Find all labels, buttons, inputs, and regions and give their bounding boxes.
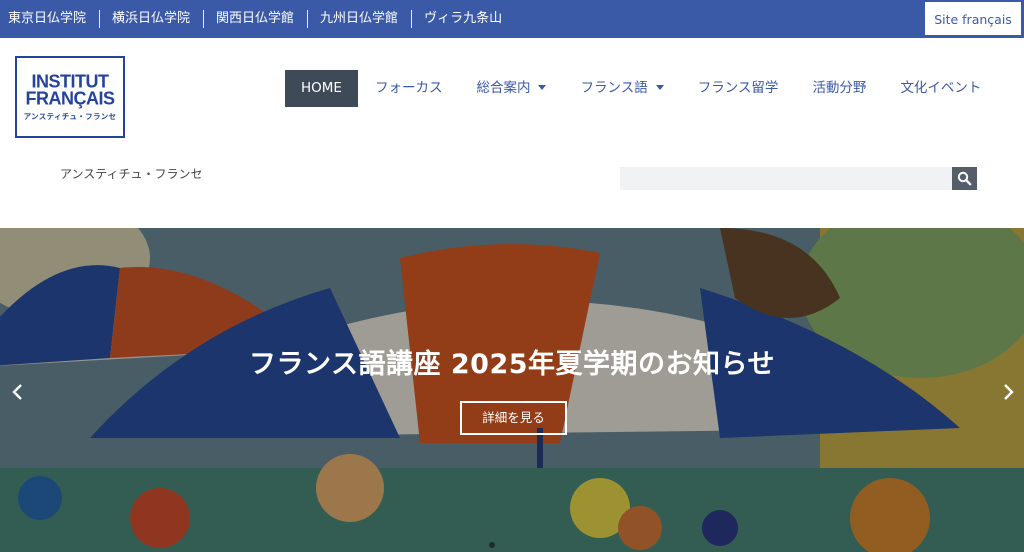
nav-home[interactable]: HOME xyxy=(285,70,358,107)
details-button[interactable]: 詳細を見る xyxy=(460,401,567,435)
main-nav: HOME フォーカス 総合案内 フランス語 フランス留学 活動分野 文化イベント xyxy=(285,70,981,107)
caret-down-icon xyxy=(538,84,547,90)
nav-activities[interactable]: 活動分野 xyxy=(812,70,866,107)
chevron-right-icon xyxy=(1004,384,1014,400)
link-kyushu[interactable]: 九州日仏学館 xyxy=(312,10,413,28)
search-button[interactable] xyxy=(952,167,977,190)
nav-focus[interactable]: フォーカス xyxy=(375,70,443,107)
search-input[interactable] xyxy=(620,167,954,190)
search-icon xyxy=(957,171,972,186)
institute-links: 東京日仏学院 横浜日仏学院 関西日仏学館 九州日仏学館 ヴィラ九条山 xyxy=(0,0,519,38)
link-kansai[interactable]: 関西日仏学館 xyxy=(208,10,309,28)
nav-french[interactable]: フランス語 xyxy=(580,70,664,107)
logo-line-2: FRANÇAIS xyxy=(25,87,116,109)
site-tagline: アンスティチュ・フランセ xyxy=(60,167,203,181)
nav-guide-label: 総合案内 xyxy=(476,80,531,96)
hero-title: フランス語講座 2025年夏学期のお知らせ xyxy=(249,349,775,380)
caret-down-icon xyxy=(655,84,664,90)
hero-slider: フランス語講座 2025年夏学期のお知らせ 詳細を見る xyxy=(0,228,1024,552)
nav-french-label: フランス語 xyxy=(580,80,648,96)
institut-francais-logo[interactable]: INSTITUT FRANÇAIS アンスティチュ・フランセ xyxy=(15,56,125,138)
nav-events[interactable]: 文化イベント xyxy=(900,70,981,107)
link-yokohama[interactable]: 横浜日仏学院 xyxy=(104,10,205,28)
link-tokyo[interactable]: 東京日仏学院 xyxy=(0,10,101,28)
nav-study[interactable]: フランス留学 xyxy=(698,70,779,107)
chevron-left-icon xyxy=(12,384,22,400)
slider-next-button[interactable] xyxy=(998,380,1018,404)
top-bar: 東京日仏学院 横浜日仏学院 関西日仏学館 九州日仏学館 ヴィラ九条山 Site … xyxy=(0,0,1024,38)
logo-line-3: アンスティチュ・フランセ xyxy=(23,112,117,121)
slider-dot[interactable] xyxy=(489,542,495,548)
site-francais-button[interactable]: Site français xyxy=(924,1,1022,36)
hero-overlay xyxy=(0,228,1024,552)
nav-guide[interactable]: 総合案内 xyxy=(476,70,547,107)
slider-prev-button[interactable] xyxy=(8,380,28,404)
link-villa-kujoyama[interactable]: ヴィラ九条山 xyxy=(416,10,515,28)
